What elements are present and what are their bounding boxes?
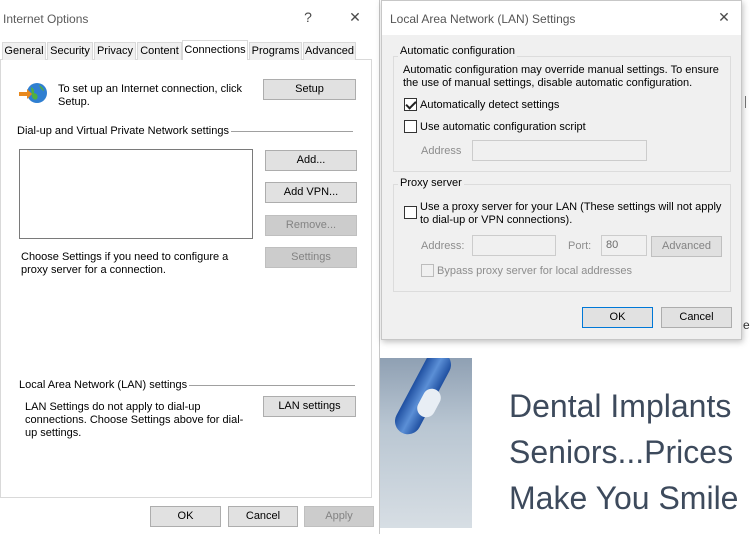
help-icon[interactable]: ? xyxy=(298,9,318,25)
internet-options-titlebar[interactable]: Internet Options ? ✕ xyxy=(0,0,379,38)
ad-headline-line-2[interactable]: Seniors...Prices xyxy=(509,434,733,471)
page-fragment-e: e xyxy=(743,318,750,332)
remove-button[interactable]: Remove... xyxy=(265,215,357,236)
settings-description: Choose Settings if you need to configure… xyxy=(21,251,229,276)
internet-options-dialog: Internet Options ? ✕ General Security Pr… xyxy=(0,0,380,534)
proxy-address-label: Address: xyxy=(421,240,465,252)
ad-headline-line-1[interactable]: Dental Implants xyxy=(509,388,731,425)
lan-cancel-button[interactable]: Cancel xyxy=(661,307,732,328)
lan-titlebar[interactable]: Local Area Network (LAN) Settings ✕ xyxy=(382,1,741,35)
lan-description: LAN Settings do not apply to dial-up con… xyxy=(25,401,244,439)
script-address-label: Address xyxy=(421,145,462,157)
proxy-legend: Proxy server xyxy=(398,177,464,189)
close-icon[interactable]: ✕ xyxy=(345,9,365,26)
auto-config-description: Automatic configuration may override man… xyxy=(403,64,719,89)
auto-script-checkbox[interactable] xyxy=(404,120,417,133)
auto-detect-label[interactable]: Automatically detect settings xyxy=(420,99,559,112)
ok-button[interactable]: OK xyxy=(150,506,221,527)
lan-close-icon[interactable]: ✕ xyxy=(714,9,734,26)
script-address-input[interactable] xyxy=(472,140,647,161)
cancel-button[interactable]: Cancel xyxy=(228,506,298,527)
setup-description: To set up an Internet connection, click … xyxy=(58,83,243,108)
add-button[interactable]: Add... xyxy=(265,150,357,171)
setup-button[interactable]: Setup xyxy=(263,79,356,100)
tab-security[interactable]: Security xyxy=(47,42,93,60)
background-webpage: Dental Implants Seniors...Prices Make Yo… xyxy=(380,340,750,534)
lan-settings-button[interactable]: LAN settings xyxy=(263,396,356,417)
use-proxy-checkbox[interactable] xyxy=(404,206,417,219)
tab-advanced[interactable]: Advanced xyxy=(303,42,356,60)
lan-ok-button[interactable]: OK xyxy=(582,307,653,328)
lan-group-label: Local Area Network (LAN) settings xyxy=(19,379,190,391)
dialog-title: Internet Options xyxy=(3,12,89,26)
settings-button[interactable]: Settings xyxy=(265,247,357,268)
advanced-button[interactable]: Advanced xyxy=(651,236,722,257)
port-label: Port: xyxy=(568,240,592,252)
lan-dialog-title: Local Area Network (LAN) Settings xyxy=(390,12,576,26)
dialup-group-label: Dial-up and Virtual Private Network sett… xyxy=(17,125,231,137)
page-fragment-bar xyxy=(745,96,746,108)
ad-headline-line-3[interactable]: Make You Smile xyxy=(509,480,738,517)
use-proxy-label[interactable]: Use a proxy server for your LAN (These s… xyxy=(420,201,725,227)
tab-general[interactable]: General xyxy=(2,42,46,60)
apply-button[interactable]: Apply xyxy=(304,506,374,527)
proxy-address-input[interactable] xyxy=(472,235,556,256)
tab-strip: General Security Privacy Content Connect… xyxy=(0,40,372,61)
bypass-checkbox[interactable] xyxy=(421,264,434,277)
port-input[interactable]: 80 xyxy=(601,235,647,256)
tab-privacy[interactable]: Privacy xyxy=(94,42,136,60)
auto-script-label[interactable]: Use automatic configuration script xyxy=(420,121,586,134)
connections-listbox[interactable] xyxy=(19,149,253,239)
bypass-label[interactable]: Bypass proxy server for local addresses xyxy=(437,265,632,278)
tab-connections[interactable]: Connections xyxy=(182,40,248,61)
tab-content[interactable]: Content xyxy=(137,42,182,60)
lan-settings-dialog: Local Area Network (LAN) Settings ✕ Auto… xyxy=(381,0,742,340)
tab-programs[interactable]: Programs xyxy=(249,42,302,60)
auto-detect-checkbox[interactable] xyxy=(404,98,417,111)
ad-photo xyxy=(380,358,472,528)
add-vpn-button[interactable]: Add VPN... xyxy=(265,182,357,203)
connections-panel: To set up an Internet connection, click … xyxy=(0,60,372,498)
network-globe-icon xyxy=(19,83,47,103)
auto-config-legend: Automatic configuration xyxy=(398,45,517,57)
